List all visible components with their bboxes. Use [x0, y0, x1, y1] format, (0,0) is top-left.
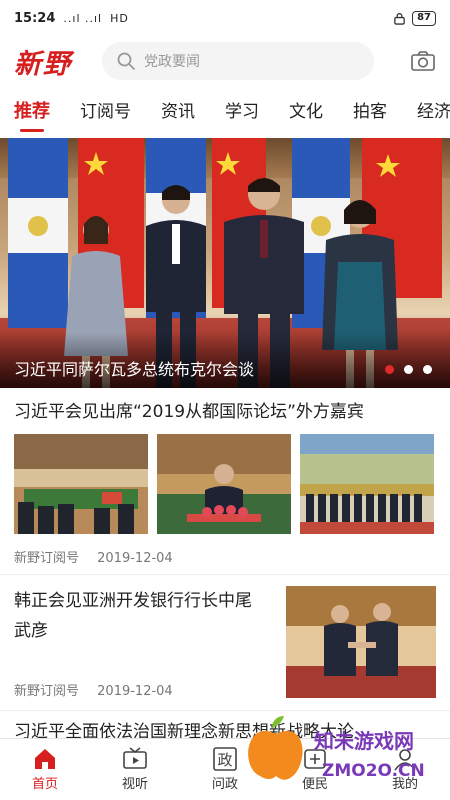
- nav-label: 视听: [121, 777, 148, 792]
- home-icon: [35, 749, 55, 769]
- divider: [0, 710, 450, 711]
- app-logo: 新野: [14, 48, 72, 80]
- watermark-logo: 知未游戏网 ZMO2O.CN: [248, 716, 425, 781]
- nav-home[interactable]: 首页: [0, 739, 90, 800]
- article-thumbnail[interactable]: [286, 586, 436, 698]
- article-source[interactable]: 新野订阅号: [14, 551, 79, 566]
- article-title[interactable]: 习近平会见出席“2019从都国际论坛”外方嘉宾: [14, 400, 436, 424]
- article-thumbnail[interactable]: [157, 434, 291, 534]
- status-time: 15:24: [14, 10, 56, 26]
- carousel-indicator: [385, 365, 432, 374]
- carousel-dot[interactable]: [404, 365, 413, 374]
- article-thumbnails[interactable]: [14, 434, 436, 534]
- tab-photographers[interactable]: 拍客: [353, 94, 387, 134]
- hero-caption[interactable]: 习近平同萨尔瓦多总统布克尔会谈: [14, 356, 254, 380]
- article-meta: 新野订阅号 2019-12-04: [14, 547, 173, 566]
- signal-icon: ..ıl ..ıl: [63, 11, 103, 25]
- nav-audio-video[interactable]: 视听: [90, 739, 180, 800]
- app-header: 新野 党政要闻: [0, 38, 450, 84]
- article-meta: 新野订阅号 2019-12-04: [14, 680, 173, 699]
- tab-economy[interactable]: 经济: [417, 94, 450, 134]
- network-type: HD: [110, 11, 129, 25]
- article-thumbnail[interactable]: [14, 434, 148, 534]
- carousel-dot[interactable]: [385, 365, 394, 374]
- article-title[interactable]: 韩正会见亚洲开发银行行长中尾武彦: [14, 586, 266, 646]
- battery-indicator: 87: [412, 10, 436, 26]
- hero-carousel[interactable]: 习近平同萨尔瓦多总统布克尔会谈: [0, 138, 450, 388]
- svg-text:政: 政: [217, 751, 232, 769]
- search-bar[interactable]: 党政要闻: [102, 42, 374, 80]
- tab-recommend[interactable]: 推荐: [14, 94, 50, 134]
- tab-culture[interactable]: 文化: [289, 94, 323, 134]
- camera-icon[interactable]: [410, 50, 436, 72]
- carousel-dot[interactable]: [423, 365, 432, 374]
- article-date: 2019-12-04: [97, 551, 173, 566]
- nav-label: 首页: [31, 777, 58, 792]
- category-tabs: 推荐 订阅号 资讯 学习 文化 拍客 经济: [0, 94, 450, 134]
- divider: [0, 574, 450, 575]
- watermark-text: 知未游戏网: [314, 729, 414, 753]
- search-icon: [117, 52, 135, 70]
- tab-news[interactable]: 资讯: [161, 94, 195, 134]
- lock-icon: [394, 12, 405, 25]
- nav-label: 问政: [211, 777, 238, 792]
- watermark-url: ZMO2O.CN: [322, 761, 425, 781]
- article-date: 2019-12-04: [97, 684, 173, 699]
- article-source[interactable]: 新野订阅号: [14, 684, 79, 699]
- status-bar: 15:24 ..ıl ..ıl HD 87: [0, 0, 450, 36]
- search-placeholder: 党政要闻: [144, 54, 200, 70]
- politics-icon: 政: [213, 747, 237, 771]
- tv-icon: [123, 747, 147, 769]
- tab-study[interactable]: 学习: [225, 94, 259, 134]
- tab-subscriptions[interactable]: 订阅号: [80, 94, 131, 134]
- article-thumbnail[interactable]: [300, 434, 434, 534]
